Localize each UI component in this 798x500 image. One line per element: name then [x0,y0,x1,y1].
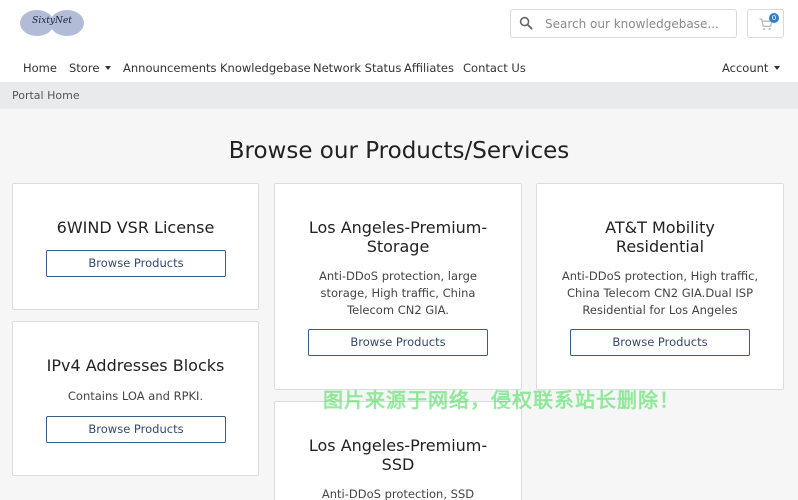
nav-affiliates[interactable]: Affiliates [404,61,454,75]
logo[interactable]: SixtyNet [20,10,86,38]
cart-count-badge: 0 [769,13,779,23]
main-nav: Home Store Announcements Knowledgebase N… [0,58,798,78]
nav-home[interactable]: Home [23,61,57,75]
page-title: Browse our Products/Services [228,138,570,164]
cart-button[interactable]: 0 [747,9,784,38]
search-icon [519,16,533,30]
search-input[interactable] [545,13,730,34]
logo-text: SixtyNet [32,16,72,26]
nav-network-status[interactable]: Network Status [313,61,401,75]
search-box[interactable] [510,9,737,38]
browse-products-button[interactable]: Browse Products [308,329,488,356]
site-header: SixtyNet 0 Home Store Announcements Know… [0,0,798,82]
card-title: AT&T Mobility Residential [605,218,715,256]
caret-down-icon [105,66,112,70]
breadcrumb[interactable]: Portal Home [12,89,80,102]
nav-account-label: Account [722,61,769,75]
product-card-6wind: 6WIND VSR License Browse Products [12,183,259,310]
product-card-att: AT&T Mobility Residential Anti-DDoS prot… [536,183,784,390]
product-card-ipv4: IPv4 Addresses Blocks Contains LOA and R… [12,321,259,476]
nav-store[interactable]: Store [69,61,112,75]
nav-contact-us[interactable]: Contact Us [463,61,526,75]
card-title: Los Angeles-Premium-Storage [308,218,488,256]
card-title: IPv4 Addresses Blocks [46,356,225,375]
browse-products-button[interactable]: Browse Products [570,329,750,356]
card-title: 6WIND VSR License [56,218,215,237]
card-description: Anti-DDoS protection, SSD [321,487,475,500]
card-description: Contains LOA and RPKI. [67,389,204,403]
watermark-text: 图片来源于网络，侵权联系站长删除！ [323,388,680,412]
caret-down-icon [774,66,781,70]
product-card-la-ssd: Los Angeles-Premium-SSD Anti-DDoS protec… [274,401,522,500]
breadcrumb-bar: Portal Home [0,82,798,109]
browse-products-button[interactable]: Browse Products [46,416,226,443]
card-description: Anti-DDoS protection, large storage, Hig… [319,269,477,317]
nav-announcements[interactable]: Announcements [123,61,217,75]
nav-knowledgebase[interactable]: Knowledgebase [220,61,311,75]
card-description: Anti-DDoS protection, High traffic, Chin… [561,269,759,317]
nav-store-label: Store [69,61,100,75]
product-card-la-storage: Los Angeles-Premium-Storage Anti-DDoS pr… [274,183,522,390]
nav-account[interactable]: Account [722,61,781,75]
card-title: Los Angeles-Premium-SSD [308,436,488,474]
browse-products-button[interactable]: Browse Products [46,250,226,277]
